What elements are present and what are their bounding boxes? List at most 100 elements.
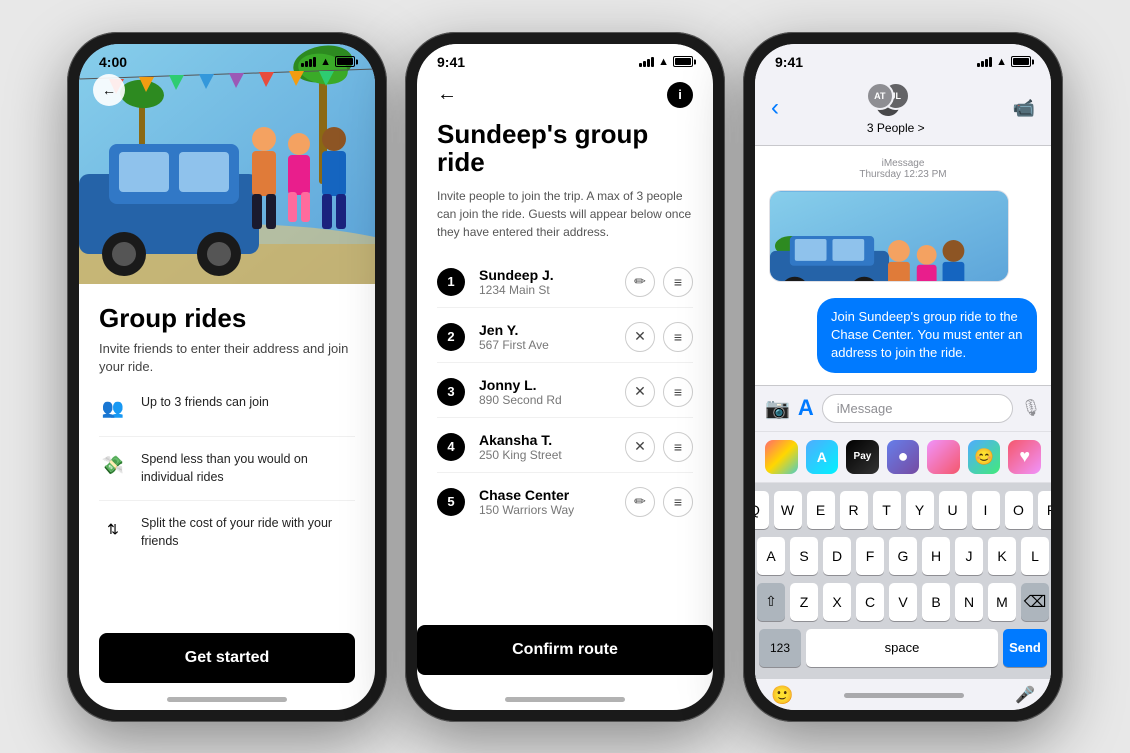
imessage-back-button[interactable]: ‹ [771, 94, 779, 122]
key-b[interactable]: B [922, 583, 950, 621]
key-m[interactable]: M [988, 583, 1016, 621]
key-x[interactable]: X [823, 583, 851, 621]
key-k[interactable]: K [988, 537, 1016, 575]
key-o[interactable]: O [1005, 491, 1033, 529]
message-timestamp: iMessageThursday 12:23 PM [769, 158, 1037, 180]
key-send[interactable]: Send [1003, 629, 1047, 667]
key-r[interactable]: R [840, 491, 868, 529]
rider-remove-button-4[interactable]: ✕ [625, 432, 655, 462]
memoji-icon[interactable]: 😊 [968, 440, 1001, 474]
heart-icon[interactable]: ♥ [1008, 440, 1041, 474]
get-started-button[interactable]: Get started [99, 633, 355, 683]
money-icon: 💸 [99, 451, 127, 479]
feature-list: 👥 Up to 3 friends can join 💸 Spend less … [99, 394, 355, 564]
key-delete[interactable]: ⌫ [1021, 583, 1049, 621]
key-p[interactable]: P [1038, 491, 1052, 529]
game-icon[interactable]: ● [887, 440, 920, 474]
voice-icon[interactable]: 🎙 [1021, 398, 1041, 418]
key-c[interactable]: C [856, 583, 884, 621]
key-j[interactable]: J [955, 537, 983, 575]
feature-text-3: Split the cost of your ride with your fr… [141, 515, 355, 550]
key-u[interactable]: U [939, 491, 967, 529]
signal-bar-3 [309, 59, 312, 67]
key-space[interactable]: space [806, 629, 998, 667]
phone2-status-bar: 9:41 ▲ [417, 44, 713, 74]
message-body: iMessageThursday 12:23 PM [755, 146, 1051, 385]
keyboard-row-bottom: 123 space Send [759, 629, 1047, 667]
key-w[interactable]: W [774, 491, 802, 529]
rider-edit-button-5[interactable]: ✏ [625, 487, 655, 517]
key-z[interactable]: Z [790, 583, 818, 621]
feature-text-1: Up to 3 friends can join [141, 394, 269, 412]
applepay-icon[interactable]: Pay [846, 440, 879, 474]
key-a[interactable]: A [757, 537, 785, 575]
message-text: Join Sundeep's group ride to the Chase C… [831, 309, 1023, 360]
key-y[interactable]: Y [906, 491, 934, 529]
phone1-title: Group rides [99, 304, 355, 333]
rider-reorder-button-1[interactable]: ≡ [663, 267, 693, 297]
appstore-app-icon[interactable]: A [806, 440, 839, 474]
camera-icon[interactable]: 📷 [765, 396, 790, 421]
rider-reorder-button-2[interactable]: ≡ [663, 322, 693, 352]
phone1-back-button[interactable]: ← [93, 74, 125, 106]
signal-bar-2-1 [639, 63, 642, 67]
hero-image: ← [79, 44, 375, 284]
rider-remove-button-3[interactable]: ✕ [625, 377, 655, 407]
key-s[interactable]: S [790, 537, 818, 575]
key-i[interactable]: I [972, 491, 1000, 529]
dot-icon[interactable] [927, 440, 960, 474]
confirm-route-button[interactable]: Confirm route [417, 625, 713, 675]
rider-reorder-button-5[interactable]: ≡ [663, 487, 693, 517]
back-arrow-icon: ← [102, 82, 116, 98]
signal-bar-4 [313, 57, 316, 67]
phone2-time: 9:41 [437, 54, 465, 70]
emoji-icon[interactable]: 🙂 [771, 685, 793, 706]
key-n[interactable]: N [955, 583, 983, 621]
key-shift[interactable]: ⇧ [757, 583, 785, 621]
key-h[interactable]: H [922, 537, 950, 575]
keyboard-row-2: A S D F G H J K L [759, 537, 1047, 575]
rider-name-4: Akansha T. [479, 432, 611, 448]
key-v[interactable]: V [889, 583, 917, 621]
home-indicator-3 [844, 693, 964, 698]
video-call-icon[interactable]: 📹 [1013, 98, 1035, 119]
microphone-icon[interactable]: 🎤 [1015, 685, 1035, 705]
link-preview-card[interactable]: Group rides uber.com [769, 190, 1009, 282]
key-d[interactable]: D [823, 537, 851, 575]
signal-bars-3 [977, 57, 992, 67]
rider-actions-5: ✏ ≡ [625, 487, 693, 517]
key-l[interactable]: L [1021, 537, 1049, 575]
photos-app-icon[interactable] [765, 440, 798, 474]
key-e[interactable]: E [807, 491, 835, 529]
rider-name-2: Jen Y. [479, 322, 611, 338]
key-g[interactable]: G [889, 537, 917, 575]
rider-edit-button-1[interactable]: ✏ [625, 267, 655, 297]
wifi-icon-3: ▲ [996, 56, 1007, 68]
rider-item-5: 5 Chase Center 150 Warriors Way ✏ ≡ [437, 477, 693, 527]
rider-address-3: 890 Second Rd [479, 393, 611, 407]
rider-remove-button-2[interactable]: ✕ [625, 322, 655, 352]
phone2-description: Invite people to join the trip. A max of… [437, 187, 693, 241]
contact-name[interactable]: 3 People > [867, 121, 925, 135]
rider-name-3: Jonny L. [479, 377, 611, 393]
rider-reorder-button-3[interactable]: ≡ [663, 377, 693, 407]
info-button[interactable]: i [667, 82, 693, 108]
rider-actions-4: ✕ ≡ [625, 432, 693, 462]
key-123[interactable]: 123 [759, 629, 801, 667]
rider-item-2: 2 Jen Y. 567 First Ave ✕ ≡ [437, 312, 693, 363]
rider-reorder-button-4[interactable]: ≡ [663, 432, 693, 462]
rider-info-3: Jonny L. 890 Second Rd [479, 377, 611, 407]
signal-bar-3-2 [981, 61, 984, 67]
appstore-icon[interactable]: A [798, 395, 814, 421]
phone1-status-bar: 4:00 ▲ [79, 44, 375, 74]
avatar-group: AT JL J [866, 82, 926, 118]
key-f[interactable]: F [856, 537, 884, 575]
phone1-status-icons: ▲ [301, 56, 355, 68]
phone2-title: Sundeep's group ride [437, 120, 693, 177]
rider-info-4: Akansha T. 250 King Street [479, 432, 611, 462]
phone2-back-button[interactable]: ← [437, 83, 457, 106]
message-input[interactable]: iMessage [822, 394, 1013, 423]
key-t[interactable]: T [873, 491, 901, 529]
rider-number-5: 5 [437, 488, 465, 516]
key-q[interactable]: Q [755, 491, 769, 529]
